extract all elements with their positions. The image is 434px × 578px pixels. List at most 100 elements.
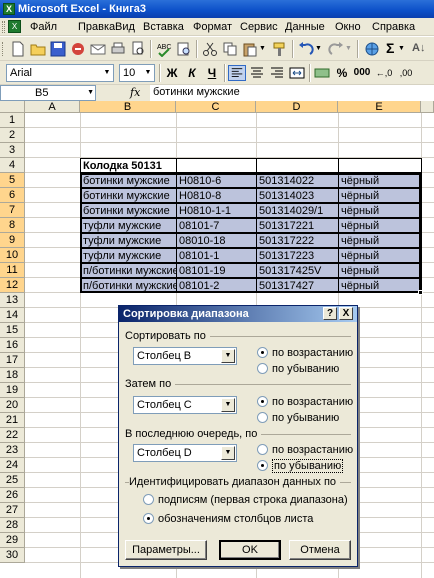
- align-right-icon[interactable]: [268, 65, 286, 81]
- row-header[interactable]: 26: [0, 488, 25, 503]
- paste-icon[interactable]: [242, 41, 258, 57]
- row-header[interactable]: 4: [0, 158, 25, 173]
- help-button[interactable]: ?: [323, 307, 337, 320]
- cell-c11[interactable]: 08101-19: [176, 263, 257, 278]
- last-by-dropdown-icon[interactable]: ▼: [221, 446, 235, 460]
- row-header[interactable]: 8: [0, 218, 25, 233]
- row-header[interactable]: 16: [0, 338, 25, 353]
- format-painter-icon[interactable]: [272, 41, 288, 57]
- cell-c7[interactable]: Н0810-1-1: [176, 203, 257, 218]
- menu-edit[interactable]: Правка: [78, 20, 115, 34]
- print-preview-icon[interactable]: [130, 41, 146, 57]
- row-header[interactable]: 30: [0, 548, 25, 563]
- menu-help[interactable]: Справка: [372, 20, 415, 34]
- spelling-icon[interactable]: ABC: [156, 41, 172, 57]
- cell-b5[interactable]: ботинки мужские: [80, 173, 177, 188]
- column-header-f[interactable]: [421, 101, 434, 113]
- row-header[interactable]: 14: [0, 308, 25, 323]
- sort-by-dropdown-icon[interactable]: ▼: [221, 349, 235, 363]
- redo-dropdown-icon[interactable]: ▼: [345, 45, 352, 52]
- row-header[interactable]: 29: [0, 533, 25, 548]
- options-button[interactable]: Параметры...: [125, 540, 207, 560]
- close-button[interactable]: X: [339, 307, 353, 320]
- row-header[interactable]: 25: [0, 473, 25, 488]
- then-by-select[interactable]: Столбец C ▼: [133, 396, 237, 414]
- by-column-labels-radio[interactable]: обозначениям столбцов листа: [143, 513, 313, 525]
- cell-c10[interactable]: 08101-1: [176, 248, 257, 263]
- last-by-desc-radio[interactable]: по убыванию: [257, 459, 344, 473]
- cell-d6[interactable]: 501314023: [256, 188, 339, 203]
- sort-by-select[interactable]: Столбец B ▼: [133, 347, 237, 365]
- row-header[interactable]: 20: [0, 398, 25, 413]
- row-header[interactable]: 23: [0, 443, 25, 458]
- comma-style-button[interactable]: 000: [353, 65, 371, 81]
- row-header[interactable]: 17: [0, 353, 25, 368]
- fill-handle[interactable]: [418, 290, 423, 295]
- permission-icon[interactable]: [70, 41, 86, 57]
- row-header[interactable]: 3: [0, 143, 25, 158]
- redo-icon[interactable]: [328, 41, 344, 57]
- cut-icon[interactable]: [202, 41, 218, 57]
- last-by-asc-radio[interactable]: по возрастанию: [257, 444, 353, 456]
- autosum-dropdown-icon[interactable]: ▼: [398, 45, 405, 52]
- column-header-c[interactable]: C: [176, 101, 256, 113]
- cell-d9[interactable]: 501317222: [256, 233, 339, 248]
- autosum-icon[interactable]: Σ: [386, 40, 394, 56]
- cell-c6[interactable]: Н0810-8: [176, 188, 257, 203]
- then-by-asc-radio[interactable]: по возрастанию: [257, 396, 353, 408]
- row-header[interactable]: 6: [0, 188, 25, 203]
- cell-b11[interactable]: п/ботинки мужские: [80, 263, 177, 278]
- row-header[interactable]: 28: [0, 518, 25, 533]
- cell-b4[interactable]: Колодка 50131: [80, 158, 177, 173]
- save-icon[interactable]: [50, 41, 66, 57]
- workbook-icon[interactable]: X: [8, 20, 21, 33]
- insert-function-icon[interactable]: fx: [130, 86, 140, 99]
- cell-e11[interactable]: чёрный: [338, 263, 422, 278]
- cell-d8[interactable]: 501317221: [256, 218, 339, 233]
- row-header[interactable]: 19: [0, 383, 25, 398]
- column-header-e[interactable]: E: [338, 101, 421, 113]
- font-name-combo[interactable]: Arial ▼: [6, 64, 114, 82]
- row-header[interactable]: 1: [0, 113, 25, 128]
- cell-c4[interactable]: [176, 158, 257, 173]
- new-document-icon[interactable]: [10, 41, 26, 57]
- row-header[interactable]: 24: [0, 458, 25, 473]
- cancel-button[interactable]: Отмена: [289, 540, 351, 560]
- cell-e9[interactable]: чёрный: [338, 233, 422, 248]
- open-folder-icon[interactable]: [30, 41, 46, 57]
- row-header[interactable]: 27: [0, 503, 25, 518]
- select-all-corner[interactable]: [0, 101, 25, 113]
- cell-e7[interactable]: чёрный: [338, 203, 422, 218]
- column-header-b[interactable]: B: [80, 101, 176, 113]
- cell-b9[interactable]: туфли мужские: [80, 233, 177, 248]
- cell-c5[interactable]: Н0810-6: [176, 173, 257, 188]
- row-header[interactable]: 22: [0, 428, 25, 443]
- italic-button[interactable]: К: [183, 65, 201, 81]
- row-header[interactable]: 7: [0, 203, 25, 218]
- undo-dropdown-icon[interactable]: ▼: [315, 45, 322, 52]
- undo-icon[interactable]: [298, 41, 314, 57]
- name-box[interactable]: B5 ▼: [0, 85, 96, 101]
- align-left-icon[interactable]: [228, 65, 246, 81]
- row-header[interactable]: 10: [0, 248, 25, 263]
- menu-file[interactable]: Файл: [30, 20, 57, 34]
- cell-d12[interactable]: 501317427: [256, 278, 339, 293]
- increase-decimal-icon[interactable]: ←,0: [375, 65, 393, 81]
- name-box-dropdown-icon[interactable]: ▼: [87, 86, 94, 100]
- cell-b8[interactable]: туфли мужские: [80, 218, 177, 233]
- row-header[interactable]: 2: [0, 128, 25, 143]
- row-header[interactable]: 5: [0, 173, 25, 188]
- sort-by-asc-radio[interactable]: по возрастанию: [257, 347, 353, 359]
- print-icon[interactable]: [110, 41, 126, 57]
- row-header[interactable]: 12: [0, 278, 25, 293]
- font-size-combo[interactable]: 10 ▼: [119, 64, 155, 82]
- cell-d4[interactable]: [256, 158, 339, 173]
- font-size-dropdown-icon[interactable]: ▼: [142, 65, 154, 81]
- cell-d7[interactable]: 501314029/1: [256, 203, 339, 218]
- sort-by-desc-radio[interactable]: по убыванию: [257, 363, 339, 375]
- menu-format[interactable]: Формат: [193, 20, 232, 34]
- cell-e6[interactable]: чёрный: [338, 188, 422, 203]
- column-header-d[interactable]: D: [256, 101, 338, 113]
- cell-d5[interactable]: 501314022: [256, 173, 339, 188]
- cell-b7[interactable]: ботинки мужские: [80, 203, 177, 218]
